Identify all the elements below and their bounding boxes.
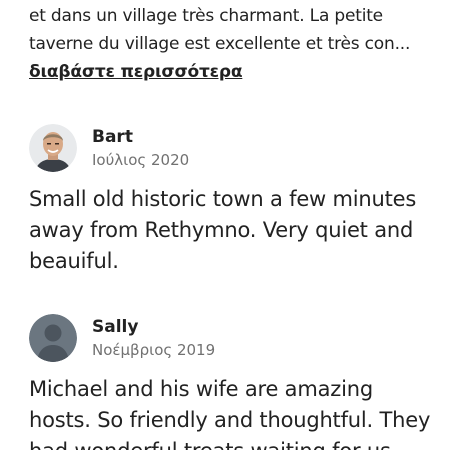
read-more-link[interactable]: διαβάστε περισσότερα [29, 62, 243, 82]
avatar[interactable] [29, 124, 77, 172]
reviews-page: et dans un village très charmant. La pet… [0, 0, 450, 450]
previous-review-text: et dans un village très charmant. La pet… [0, 2, 434, 86]
review-body: Small old historic town a few minutes aw… [0, 184, 434, 277]
review-item: Sally Νοέμβριος 2019 Michael and his wif… [0, 314, 450, 450]
review-item: Bart Ιούλιος 2020 Small old historic tow… [0, 124, 450, 273]
review-text: Small old historic town a few minutes aw… [29, 187, 417, 273]
avatar[interactable] [29, 314, 77, 362]
default-user-icon [29, 314, 77, 362]
review-header: Bart Ιούλιος 2020 [0, 124, 450, 174]
previous-review: et dans un village très charmant. La pet… [0, 2, 434, 86]
review-date: Ιούλιος 2020 [92, 151, 190, 169]
reviewer-name: Sally [92, 317, 139, 337]
review-date: Νοέμβριος 2019 [92, 341, 216, 359]
review-header: Sally Νοέμβριος 2019 [0, 314, 450, 364]
reviewer-name: Bart [92, 127, 133, 147]
review-text: Michael and his wife are amazing hosts. … [29, 377, 431, 450]
review-body: Michael and his wife are amazing hosts. … [0, 374, 434, 450]
previous-review-snippet: et dans un village très charmant. La pet… [29, 6, 411, 54]
